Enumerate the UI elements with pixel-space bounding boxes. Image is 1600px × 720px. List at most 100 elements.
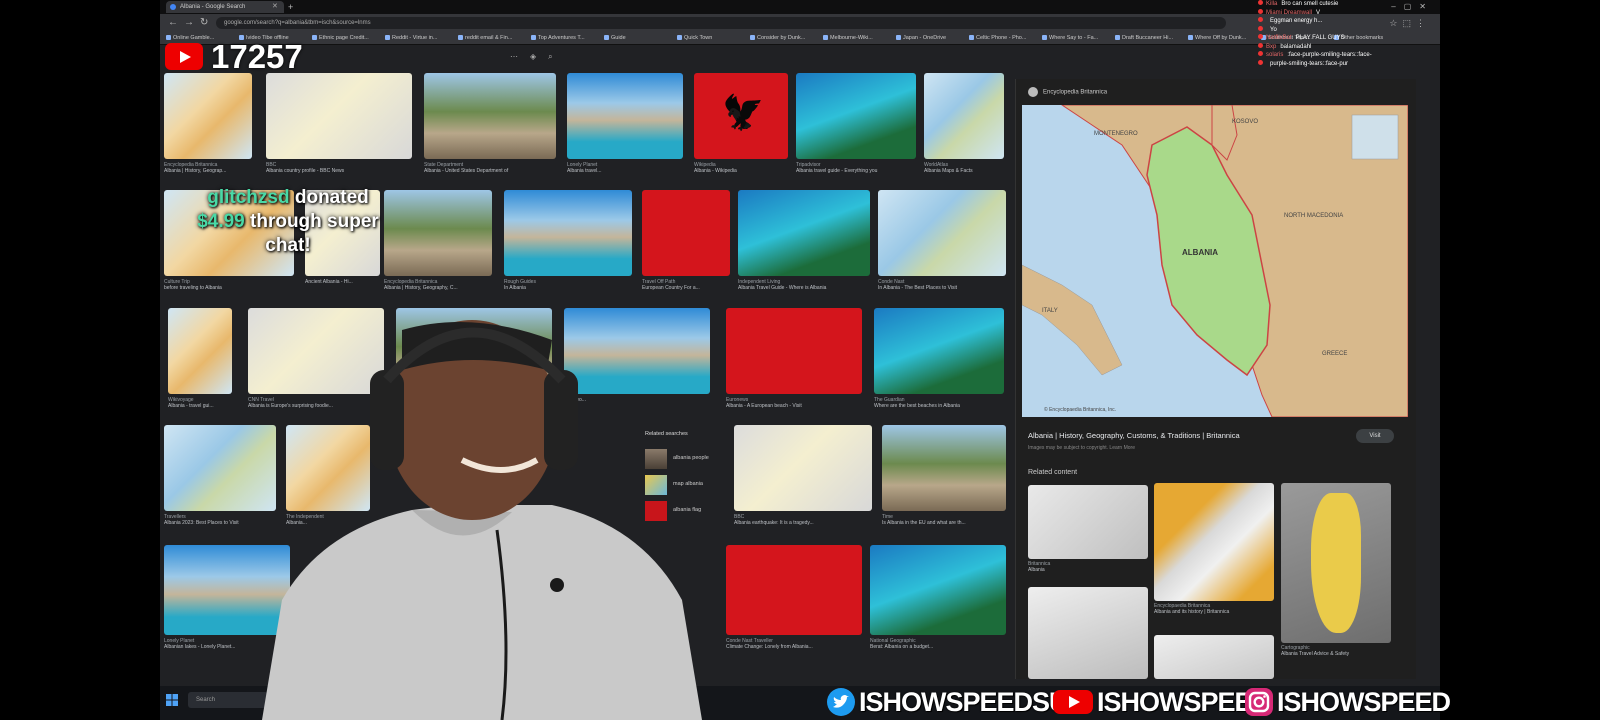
bookmark-item[interactable]: Consider by Dunk... — [750, 33, 823, 43]
panel-title[interactable]: Albania | History, Geography, Customs, &… — [1028, 431, 1240, 440]
image-result[interactable] — [726, 545, 862, 635]
image-result[interactable] — [882, 425, 1006, 511]
image-preview-panel: Encyclopedia Britannica MONTENEGRO KOSOV… — [1015, 79, 1416, 679]
instagram-icon — [1245, 688, 1273, 716]
image-title: In Albania - The Best Places to Visit — [878, 285, 958, 291]
related-thumb[interactable] — [1154, 635, 1274, 679]
chat-avatar-icon — [1258, 17, 1263, 22]
image-result[interactable] — [164, 425, 276, 511]
image-caption[interactable]: Culture Trip before traveling to Albania — [164, 279, 294, 293]
bookmark-item[interactable]: Japan - OneDrive — [896, 33, 969, 43]
image-result[interactable] — [567, 73, 683, 159]
image-caption[interactable]: Encyclopedia Britannica Albania | History… — [164, 162, 252, 176]
bookmark-item[interactable]: Celtic Phone - Pho... — [969, 33, 1042, 43]
tab-albania-search[interactable]: Albania - Google Search — [166, 1, 284, 13]
image-caption[interactable]: Encyclopedia Britannica Albania | History… — [384, 279, 492, 293]
image-result[interactable] — [384, 190, 492, 276]
related-thumb[interactable] — [1028, 485, 1148, 559]
related-thumb[interactable] — [1028, 587, 1148, 679]
albanian-eagle-icon: 🦅 — [722, 94, 765, 132]
related-thumb[interactable] — [1154, 483, 1274, 601]
image-caption[interactable]: The Guardian Where are the best beaches i… — [874, 397, 1004, 411]
image-title: Albania | History, Geograp... — [164, 168, 227, 174]
chat-username: Bxp — [1266, 43, 1277, 50]
image-caption[interactable]: Rough Guides In Albania — [504, 279, 632, 293]
chat-avatar-icon — [1258, 25, 1263, 31]
panel-source[interactable]: Encyclopedia Britannica — [1028, 87, 1107, 97]
image-result[interactable]: 🦅 — [694, 73, 788, 159]
image-caption[interactable]: Wikipedia Albania - Wikipedia — [694, 162, 788, 176]
new-tab-icon[interactable]: + — [288, 1, 293, 13]
image-caption[interactable]: BBC Albania earthquake: It is a tragedy..… — [734, 514, 872, 528]
donation-rest: through super chat! — [244, 211, 379, 256]
chat-username: solaris — [1266, 52, 1284, 58]
image-caption[interactable]: Wikivoyage Albania - travel gui... — [168, 397, 232, 411]
image-result[interactable] — [642, 190, 730, 276]
image-caption[interactable]: Independent Living Albania Travel Guide -… — [738, 279, 870, 293]
bookmark-item[interactable]: Melbourne-Wiki... — [823, 33, 896, 43]
image-caption[interactable]: Ancient Albania - Hi... — [305, 279, 380, 293]
search-tools-icons[interactable]: ⋯◈⌕ — [510, 52, 565, 62]
image-title: Is Albania in the EU and what are th... — [882, 520, 966, 526]
chat-message: solaris:face-purple-smiling-tears::face- — [1258, 51, 1440, 60]
bookmark-item[interactable]: Quick Town — [677, 33, 750, 43]
image-result[interactable] — [924, 73, 1004, 159]
image-caption[interactable]: Conde Nast Traveller Climate Change: Lone… — [726, 638, 862, 652]
albania-map-preview[interactable]: MONTENEGRO KOSOVO ALBANIA NORTH MACEDONI… — [1022, 105, 1408, 417]
image-result[interactable] — [168, 308, 232, 394]
chat-text: purple-smiling-tears::face-pur — [1270, 60, 1349, 67]
tab-bar: Albania - Google Search ✕ + –▢✕ — [160, 0, 1440, 14]
chat-text: :face-purple-smiling-tears::face- — [1287, 52, 1372, 58]
image-title: Albania - travel gui... — [168, 403, 214, 409]
image-caption[interactable]: State Department Albania - United States … — [424, 162, 556, 176]
image-caption[interactable]: Time Is Albania in the EU and what are th… — [882, 514, 1006, 528]
image-title: Ancient Albania - Hi... — [305, 279, 353, 285]
twitter-handle: ISHOWSPEEDSUI — [859, 687, 1075, 717]
image-caption[interactable]: Tripadvisor Albania travel guide - Everyt… — [796, 162, 916, 176]
image-result[interactable] — [878, 190, 1006, 276]
chat-avatar-icon — [1258, 51, 1263, 56]
image-result[interactable] — [870, 545, 1006, 635]
windows-start-icon[interactable] — [166, 694, 178, 706]
image-caption[interactable]: Euronews Albania - A European beach - Vis… — [726, 397, 862, 411]
image-caption[interactable]: Lonely Planet Albania travel... — [567, 162, 683, 176]
close-tab-icon[interactable]: ✕ — [272, 1, 278, 13]
image-title: In Albania — [504, 285, 526, 291]
bookmark-item[interactable]: Where Off by Dunk... — [1188, 33, 1261, 43]
bookmark-item[interactable]: reddit email & Fin... — [458, 33, 531, 43]
image-result[interactable] — [874, 308, 1004, 394]
label-greece: GREECE — [1322, 351, 1347, 357]
image-result[interactable] — [504, 190, 632, 276]
visit-button[interactable]: Visit — [1356, 429, 1394, 443]
chat-message: purple-smiling-tears::face-pur — [1258, 59, 1440, 69]
donor-name: glitchzsd — [207, 187, 290, 208]
image-title: before traveling to Albania — [164, 285, 222, 291]
taskbar-search[interactable]: Search — [188, 692, 268, 708]
bookmark-item[interactable]: Draft Buccaneer Hi... — [1115, 33, 1188, 43]
image-caption[interactable]: Conde Nast In Albania - The Best Places t… — [878, 279, 1006, 293]
bookmark-item[interactable]: Reddit - Virtue in... — [385, 33, 458, 43]
bookmark-item[interactable]: Guide — [604, 33, 677, 43]
related-thumb[interactable] — [1281, 483, 1391, 643]
image-result[interactable] — [164, 73, 252, 159]
bookmark-item[interactable]: Where Say to - Fa... — [1042, 33, 1115, 43]
bookmark-item[interactable]: Top Adventures T... — [531, 33, 604, 43]
image-result[interactable] — [796, 73, 916, 159]
image-caption[interactable]: National Geographic Berat: Albania on a b… — [870, 638, 1006, 652]
image-result[interactable] — [726, 308, 862, 394]
image-caption[interactable]: BBC Albania country profile - BBC News — [266, 162, 412, 176]
image-caption[interactable]: WorldAtlas Albania Maps & Facts — [924, 162, 1004, 176]
url-bar[interactable]: google.com/search?q=albania&tbm=isch&sou… — [216, 17, 1226, 29]
bookmark-item[interactable]: Ethnic page Credit... — [312, 33, 385, 43]
image-title: Albania travel guide - Everything you — [796, 168, 878, 174]
image-result[interactable] — [734, 425, 872, 511]
panel-copyright: Images may be subject to copyright. Lear… — [1028, 445, 1135, 451]
chat-text: Bro can smell cutesie — [1281, 1, 1339, 7]
image-result[interactable] — [424, 73, 556, 159]
image-result[interactable] — [738, 190, 870, 276]
image-result[interactable] — [266, 73, 412, 159]
chat-text: balamadahl — [1280, 43, 1312, 50]
back-forward-reload-icons[interactable]: ←→↻ — [168, 17, 214, 29]
image-caption[interactable]: Travel Off Path European Country For a... — [642, 279, 730, 293]
image-caption[interactable]: Travellers Albania 2023: Best Places to V… — [164, 514, 276, 528]
